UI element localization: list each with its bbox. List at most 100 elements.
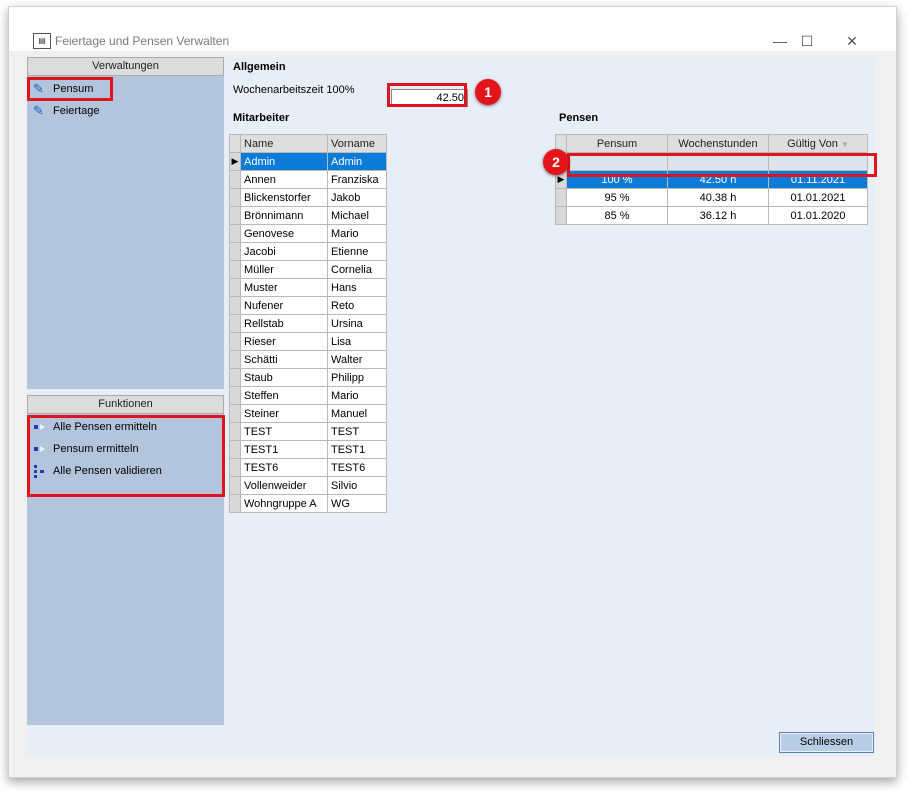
column-header-wochenstunden[interactable]: Wochenstunden <box>667 134 769 153</box>
nav-item-label: Feiertage <box>53 105 100 117</box>
cell-vorname[interactable]: Jakob <box>327 188 387 207</box>
cell-wochenstunden[interactable]: 36.12 h <box>667 206 769 225</box>
table-row[interactable]: Schätti Walter <box>229 350 387 369</box>
cell-vorname[interactable]: TEST1 <box>327 440 387 459</box>
new-row-cell[interactable] <box>667 152 769 171</box>
cell-name[interactable]: Blickenstorfer <box>240 188 328 207</box>
cell-vorname[interactable]: Ursina <box>327 314 387 333</box>
cell-name[interactable]: TEST <box>240 422 328 441</box>
table-row[interactable]: Genovese Mario <box>229 224 387 243</box>
table-row[interactable]: Müller Cornelia <box>229 260 387 279</box>
schliessen-button[interactable]: Schliessen <box>779 732 874 753</box>
table-row[interactable]: TEST TEST <box>229 422 387 441</box>
cell-name[interactable]: Nufener <box>240 296 328 315</box>
table-row[interactable]: Jacobi Etienne <box>229 242 387 261</box>
cell-vorname[interactable]: Admin <box>327 152 387 171</box>
cell-vorname[interactable]: Silvio <box>327 476 387 495</box>
table-row[interactable]: 85 % 36.12 h 01.01.2020 <box>555 206 868 225</box>
table-row[interactable]: Rellstab Ursina <box>229 314 387 333</box>
column-header-vorname[interactable]: Vorname <box>327 134 387 153</box>
table-row[interactable]: Brönnimann Michael <box>229 206 387 225</box>
function-alle-pensen-validieren[interactable]: Alle Pensen validieren <box>33 462 162 480</box>
cell-vorname[interactable]: TEST6 <box>327 458 387 477</box>
cell-vorname[interactable]: Mario <box>327 224 387 243</box>
row-header <box>555 206 567 225</box>
row-header <box>229 368 241 387</box>
table-row[interactable]: Staub Philipp <box>229 368 387 387</box>
cell-name[interactable]: TEST1 <box>240 440 328 459</box>
cell-name[interactable]: Vollenweider <box>240 476 328 495</box>
cell-name[interactable]: Rieser <box>240 332 328 351</box>
cell-name[interactable]: Wohngruppe A <box>240 494 328 513</box>
table-row[interactable]: Steiner Manuel <box>229 404 387 423</box>
cell-name[interactable]: Genovese <box>240 224 328 243</box>
new-row[interactable] <box>555 152 868 171</box>
table-row[interactable]: 95 % 40.38 h 01.01.2021 <box>555 188 868 207</box>
row-header <box>229 314 241 333</box>
cell-name[interactable]: Müller <box>240 260 328 279</box>
cell-wochenstunden[interactable]: 42.50 h <box>667 170 769 189</box>
cell-wochenstunden[interactable]: 40.38 h <box>667 188 769 207</box>
table-row[interactable]: ▶ 100 % 42.50 h 01.11.2021 <box>555 170 868 189</box>
function-alle-pensen-ermitteln[interactable]: Alle Pensen ermitteln <box>33 418 157 436</box>
function-pensum-ermitteln[interactable]: Pensum ermitteln <box>33 440 139 458</box>
table-row[interactable]: Annen Franziska <box>229 170 387 189</box>
cell-vorname[interactable]: Lisa <box>327 332 387 351</box>
cell-pensum[interactable]: 95 % <box>566 188 668 207</box>
table-row[interactable]: TEST1 TEST1 <box>229 440 387 459</box>
cell-vorname[interactable]: Walter <box>327 350 387 369</box>
table-row[interactable]: Muster Hans <box>229 278 387 297</box>
annotation-badge-2: 2 <box>543 149 569 175</box>
cell-vorname[interactable]: Manuel <box>327 404 387 423</box>
table-row[interactable]: TEST6 TEST6 <box>229 458 387 477</box>
cell-name[interactable]: Schätti <box>240 350 328 369</box>
cell-gueltig-von[interactable]: 01.11.2021 <box>768 170 868 189</box>
cell-name[interactable]: Steiner <box>240 404 328 423</box>
maximize-button[interactable]: ☐ <box>796 33 818 49</box>
minimize-button[interactable]: — <box>769 33 791 49</box>
nav-item-pensum[interactable]: ✎ Pensum <box>33 80 93 98</box>
cell-name[interactable]: Jacobi <box>240 242 328 261</box>
table-row[interactable]: Vollenweider Silvio <box>229 476 387 495</box>
table-row[interactable]: Wohngruppe A WG <box>229 494 387 513</box>
cell-vorname[interactable]: Michael <box>327 206 387 225</box>
cell-vorname[interactable]: WG <box>327 494 387 513</box>
table-row[interactable]: ▶ Admin Admin <box>229 152 387 171</box>
cell-vorname[interactable]: Etienne <box>327 242 387 261</box>
new-row-cell[interactable] <box>566 152 668 171</box>
column-header-name[interactable]: Name <box>240 134 328 153</box>
funktionen-header: Funktionen <box>27 395 224 414</box>
cell-pensum[interactable]: 85 % <box>566 206 668 225</box>
cell-vorname[interactable]: Franziska <box>327 170 387 189</box>
cell-name[interactable]: Staub <box>240 368 328 387</box>
cell-name[interactable]: Annen <box>240 170 328 189</box>
cell-name[interactable]: Rellstab <box>240 314 328 333</box>
row-header <box>229 386 241 405</box>
cell-name[interactable]: TEST6 <box>240 458 328 477</box>
column-header-gueltig-von[interactable]: Gültig Von ▼ <box>768 134 868 153</box>
table-row[interactable]: Nufener Reto <box>229 296 387 315</box>
cell-vorname[interactable]: Philipp <box>327 368 387 387</box>
pencil-icon: ✎ <box>33 81 44 96</box>
cell-name[interactable]: Steffen <box>240 386 328 405</box>
cell-gueltig-von[interactable]: 01.01.2020 <box>768 206 868 225</box>
sort-down-icon: ▼ <box>840 139 849 149</box>
cell-vorname[interactable]: Mario <box>327 386 387 405</box>
cell-vorname[interactable]: Reto <box>327 296 387 315</box>
column-header-pensum[interactable]: Pensum <box>566 134 668 153</box>
new-row-cell[interactable] <box>768 152 868 171</box>
cell-name[interactable]: Muster <box>240 278 328 297</box>
cell-name[interactable]: Admin <box>240 152 328 171</box>
table-row[interactable]: Steffen Mario <box>229 386 387 405</box>
table-row[interactable]: Rieser Lisa <box>229 332 387 351</box>
cell-pensum[interactable]: 100 % <box>566 170 668 189</box>
cell-gueltig-von[interactable]: 01.01.2021 <box>768 188 868 207</box>
cell-vorname[interactable]: Cornelia <box>327 260 387 279</box>
close-window-button[interactable]: ✕ <box>841 33 863 49</box>
nav-item-feiertage[interactable]: ✎ Feiertage <box>33 102 99 120</box>
wochenarbeitszeit-input[interactable] <box>391 89 468 107</box>
cell-vorname[interactable]: Hans <box>327 278 387 297</box>
cell-vorname[interactable]: TEST <box>327 422 387 441</box>
cell-name[interactable]: Brönnimann <box>240 206 328 225</box>
table-row[interactable]: Blickenstorfer Jakob <box>229 188 387 207</box>
